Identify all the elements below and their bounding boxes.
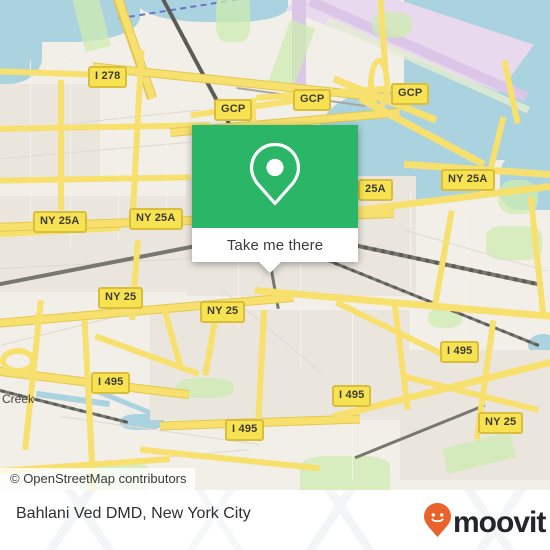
water-body-left-inlet — [0, 36, 42, 84]
moovit-wordmark: moovit — [453, 505, 546, 539]
shield-i278[interactable]: I 278 — [88, 66, 128, 88]
moovit-smiley-pin-icon — [424, 503, 451, 542]
page-title: Bahlani Ved DMD, New York City — [16, 505, 251, 522]
osm-attribution[interactable]: © OpenStreetMap contributors — [0, 468, 195, 490]
popup-header — [192, 125, 358, 228]
shield-i495-bottom[interactable]: I 495 — [225, 419, 265, 441]
shield-i495-east[interactable]: I 495 — [440, 341, 480, 363]
screenshot-root: I 278 GCP GCP GCP NY 25A 25A NY 25A NY 2… — [0, 0, 550, 550]
landuse-residential-left — [0, 84, 100, 180]
shield-gcp-1[interactable]: GCP — [214, 99, 253, 121]
shield-ny25-east[interactable]: NY 25 — [478, 412, 524, 434]
popup-footer[interactable]: Take me there — [192, 228, 358, 262]
shield-ny25a-mid[interactable]: NY 25A — [129, 208, 183, 230]
minor-road-grid-11 — [410, 190, 411, 350]
shield-gcp-3[interactable]: GCP — [391, 83, 430, 105]
shield-ny25-west[interactable]: NY 25 — [98, 287, 144, 309]
minor-road-grid-12 — [466, 210, 467, 360]
shield-i495-west[interactable]: I 495 — [91, 372, 131, 394]
arterial-left-vertical — [58, 80, 64, 210]
shield-ny25a-west[interactable]: NY 25A — [33, 211, 87, 233]
shield-ny25a-east[interactable]: NY 25A — [441, 169, 495, 191]
shield-i495-center[interactable]: I 495 — [332, 385, 372, 407]
take-me-there-label: Take me there — [226, 236, 324, 254]
minor-road-grid-7 — [166, 20, 167, 220]
park-bottom-wide — [300, 456, 390, 490]
moovit-logo[interactable]: moovit — [424, 503, 546, 542]
minor-road-grid-4 — [30, 60, 31, 240]
location-popup-card[interactable]: Take me there — [192, 125, 358, 273]
i495-ramp-loop — [0, 348, 36, 374]
shield-ny25-mid[interactable]: NY 25 — [200, 301, 246, 323]
shield-gcp-2[interactable]: GCP — [293, 89, 332, 111]
park-top-mid — [216, 0, 250, 42]
popup-tail-pointer — [259, 262, 281, 273]
label-creek: Creek — [2, 392, 35, 406]
map-pin-icon — [248, 141, 302, 212]
shield-25a-partial[interactable]: 25A — [358, 179, 393, 201]
